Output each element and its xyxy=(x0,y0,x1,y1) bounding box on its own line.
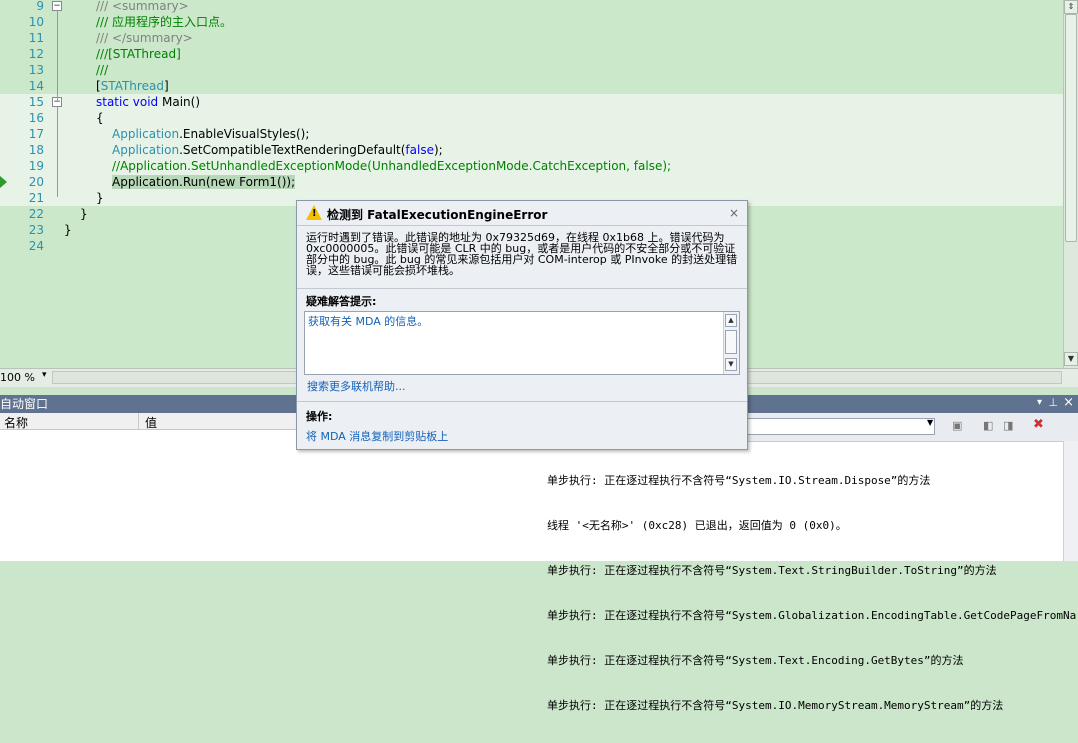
output-line: 单步执行: 正在逐过程执行不含符号“System.IO.Stream.Dispo… xyxy=(547,474,931,487)
line-number: 17 xyxy=(28,127,44,141)
col-name[interactable]: 名称 xyxy=(4,414,28,431)
code-text: /// xyxy=(96,63,109,77)
current-statement-arrow-icon xyxy=(0,176,7,188)
output-text: 单步执行: 正在逐过程执行不含符号“System.IO.Stream.Dispo… xyxy=(547,443,1076,743)
fold-line xyxy=(57,107,58,197)
line-number: 13 xyxy=(28,63,44,77)
chevron-down-icon[interactable]: ▼ xyxy=(927,418,933,427)
line-number: 21 xyxy=(28,191,44,205)
tips-box: 获取有关 MDA 的信息。 ▲ ▼ xyxy=(304,311,740,375)
actions-label: 操作: xyxy=(306,410,333,423)
code-text: //Application.SetUnhandledExceptionMode(… xyxy=(112,159,672,173)
mda-message: 运行时遇到了错误。此错误的地址为 0x79325d69，在线程 0x1b68 上… xyxy=(306,231,738,277)
zoom-select[interactable]: 100 % xyxy=(0,371,35,384)
code-line[interactable]: 13 /// xyxy=(0,62,1063,78)
more-help-link[interactable]: 搜索更多联机帮助... xyxy=(307,378,406,394)
scrollbar-thumb[interactable] xyxy=(1065,14,1077,242)
mda-title: 检测到 FatalExecutionEngineError xyxy=(327,208,548,222)
code-text: [STAThread] xyxy=(96,79,169,93)
scroll-down-icon[interactable]: ▼ xyxy=(725,358,737,371)
code-line[interactable]: 19 //Application.SetUnhandledExceptionMod… xyxy=(0,158,1063,174)
output-scrollbar[interactable] xyxy=(1063,441,1078,561)
zoom-dropdown-icon[interactable]: ▾ xyxy=(42,370,47,380)
scroll-up-icon[interactable]: ▲ xyxy=(725,314,737,327)
code-text: } xyxy=(96,191,104,205)
code-text: Application.EnableVisualStyles(); xyxy=(112,127,310,141)
line-number: 22 xyxy=(28,207,44,221)
code-line[interactable]: 11 /// </summary> xyxy=(0,30,1063,46)
tips-scrollbar[interactable]: ▲ ▼ xyxy=(723,312,739,374)
output-source-select[interactable] xyxy=(743,418,935,435)
code-line[interactable]: 14 [STAThread] xyxy=(0,78,1063,94)
code-text: static void Main() xyxy=(96,95,200,109)
line-number: 12 xyxy=(28,47,44,61)
troubleshooting-section: 疑难解答提示: xyxy=(297,288,747,309)
output-line: 单步执行: 正在逐过程执行不含符号“System.IO.MemoryStream… xyxy=(547,699,1004,712)
close-button[interactable]: × xyxy=(729,206,739,220)
code-line[interactable]: 17 Application.EnableVisualStyles(); xyxy=(0,126,1063,142)
mda-info-link[interactable]: 获取有关 MDA 的信息。 xyxy=(308,313,428,329)
line-number: 19 xyxy=(28,159,44,173)
line-number: 9 xyxy=(36,0,44,13)
code-line[interactable]: 15− static void Main() xyxy=(0,94,1063,110)
line-number: 23 xyxy=(28,223,44,237)
copy-to-clipboard-link[interactable]: 将 MDA 消息复制到剪贴板上 xyxy=(306,428,448,444)
line-number: 16 xyxy=(28,111,44,125)
code-line[interactable]: 18 Application.SetCompatibleTextRendering… xyxy=(0,142,1063,158)
tips-label: 疑难解答提示: xyxy=(306,295,377,308)
code-line[interactable]: 16 { xyxy=(0,110,1063,126)
code-text: Application.Run(new Form1()); xyxy=(112,175,296,189)
line-number: 10 xyxy=(28,15,44,29)
code-line[interactable]: 12 ///[STAThread] xyxy=(0,46,1063,62)
prev-message-icon[interactable]: ◧ xyxy=(983,419,993,432)
scroll-split-icon[interactable]: ⇕ xyxy=(1064,0,1078,14)
fold-line xyxy=(57,11,58,101)
scrollbar-thumb[interactable] xyxy=(725,330,737,354)
line-number: 15 xyxy=(28,95,44,109)
line-number: 14 xyxy=(28,79,44,93)
code-text: ///[STAThread] xyxy=(96,47,181,61)
pin-icon[interactable]: ⊥ xyxy=(1048,396,1058,409)
line-number: 24 xyxy=(28,239,44,253)
collapse-icon[interactable]: − xyxy=(52,1,62,11)
output-line: 单步执行: 正在逐过程执行不含符号“System.Globalization.E… xyxy=(547,609,1077,622)
line-number: 11 xyxy=(28,31,44,45)
code-text: /// </summary> xyxy=(96,31,193,45)
warning-icon: ! xyxy=(306,205,322,220)
code-text: /// <summary> xyxy=(96,0,189,13)
code-text: { xyxy=(96,111,104,125)
output-line: 单步执行: 正在逐过程执行不含符号“System.Text.Encoding.G… xyxy=(547,654,964,667)
code-line[interactable]: 9− /// <summary> xyxy=(0,0,1063,14)
mda-dialog: ! 检测到 FatalExecutionEngineError × 运行时遇到了… xyxy=(296,200,748,450)
goto-icon[interactable]: ▣ xyxy=(952,419,962,432)
output-line: 单步执行: 正在逐过程执行不含符号“System.Text.StringBuil… xyxy=(547,564,997,577)
scroll-down-icon[interactable]: ▼ xyxy=(1064,352,1078,366)
col-value[interactable]: 值 xyxy=(145,414,157,431)
code-text: Application.SetCompatibleTextRenderingDe… xyxy=(112,143,443,157)
code-text: } xyxy=(80,207,88,221)
code-line[interactable]: 10 /// 应用程序的主入口点。 xyxy=(0,14,1063,30)
dropdown-icon[interactable]: ▾ xyxy=(1037,397,1042,408)
mda-header: ! 检测到 FatalExecutionEngineError × xyxy=(297,201,747,226)
close-icon[interactable]: × xyxy=(1063,395,1074,410)
code-text: /// 应用程序的主入口点。 xyxy=(96,15,232,29)
next-message-icon[interactable]: ◨ xyxy=(1003,419,1013,432)
line-number: 18 xyxy=(28,143,44,157)
clear-all-icon[interactable]: ✖ xyxy=(1033,417,1044,432)
actions-section: 操作: 将 MDA 消息复制到剪贴板上 xyxy=(297,401,747,450)
code-text: } xyxy=(64,223,72,237)
code-line[interactable]: 20 Application.Run(new Form1()); xyxy=(0,174,1063,190)
editor-vertical-scrollbar[interactable]: ⇕ ▼ xyxy=(1063,0,1078,368)
output-line: 线程 '<无名称>' (0xc28) 已退出，返回值为 0 (0x0)。 xyxy=(547,519,847,532)
